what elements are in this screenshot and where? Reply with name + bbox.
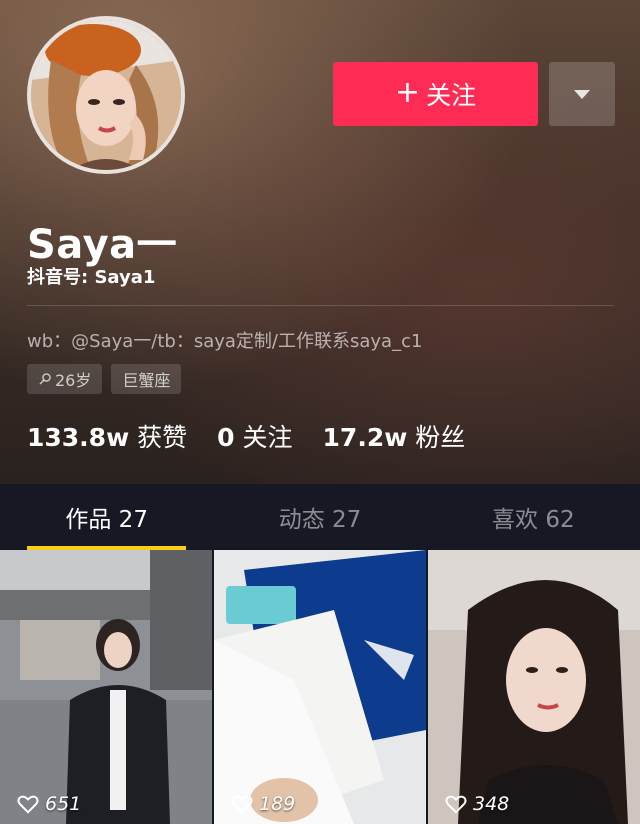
tab-moments[interactable]: 动态 27 <box>213 484 426 550</box>
video-thumbnail[interactable]: 348 <box>428 550 640 824</box>
followers-count: 17.2w <box>322 423 408 452</box>
followers-label: 粉丝 <box>415 423 466 452</box>
video-likes: 651 <box>17 793 81 815</box>
video-likes-count: 651 <box>45 793 82 815</box>
tab-liked[interactable]: 喜欢 62 <box>427 484 640 550</box>
profile-stats: 133.8w 获赞 0 关注 17.2w 粉丝 <box>27 418 465 454</box>
zodiac-tag: 巨蟹座 <box>111 364 182 394</box>
likes-stat[interactable]: 133.8w 获赞 <box>27 418 187 454</box>
video-cover-image <box>0 550 212 824</box>
video-cover-image <box>214 550 426 824</box>
heart-icon <box>445 795 467 814</box>
avatar[interactable] <box>27 16 185 174</box>
avatar-photo <box>31 20 181 170</box>
likes-label: 获赞 <box>137 423 188 452</box>
following-label: 关注 <box>242 423 293 452</box>
likes-count: 133.8w <box>27 423 130 452</box>
video-thumbnail[interactable]: 189 <box>214 550 426 824</box>
divider <box>27 305 614 306</box>
follow-label: 关注 <box>426 81 477 110</box>
more-options-button[interactable] <box>549 62 615 126</box>
following-count: 0 <box>217 423 235 452</box>
following-stat[interactable]: 0 关注 <box>217 418 292 454</box>
profile-name: Saya一 <box>27 222 178 268</box>
video-cover-image <box>428 550 640 824</box>
tab-works[interactable]: 作品 27 <box>0 484 213 550</box>
zodiac-label: 巨蟹座 <box>122 371 171 390</box>
video-likes-count: 348 <box>473 793 510 815</box>
followers-stat[interactable]: 17.2w 粉丝 <box>323 418 466 454</box>
video-likes-count: 189 <box>259 793 296 815</box>
chevron-down-icon <box>574 89 590 99</box>
profile-tabs: 作品 27 动态 27 喜欢 62 <box>0 484 640 550</box>
female-icon <box>39 373 51 385</box>
age-tag: 26岁 <box>27 364 103 394</box>
profile-bio: wb：@Saya一/tb：saya定制/工作联系saya_c1 <box>27 331 423 352</box>
video-likes: 189 <box>231 793 295 815</box>
heart-icon <box>17 795 39 814</box>
plus-icon: + <box>394 74 421 110</box>
douyin-id: 抖音号: Saya1 <box>27 267 156 288</box>
follow-button[interactable]: + 关注 <box>333 62 538 126</box>
profile-header: + 关注 Saya一 抖音号: Saya1 wb：@Saya一/tb：saya定… <box>0 0 640 484</box>
video-likes: 348 <box>445 793 509 815</box>
video-grid: 651 189 348 <box>0 550 640 824</box>
age-label: 26岁 <box>55 371 92 390</box>
video-thumbnail[interactable]: 651 <box>0 550 212 824</box>
heart-icon <box>231 795 253 814</box>
profile-tags: 26岁 巨蟹座 <box>27 364 182 394</box>
